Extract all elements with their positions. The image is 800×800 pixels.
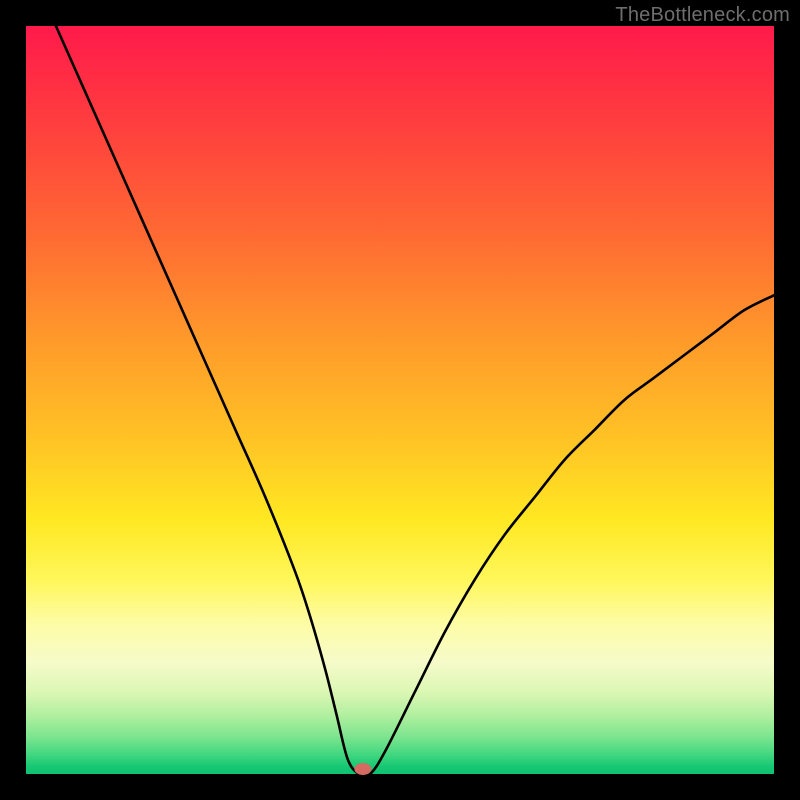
plot-area [26,26,774,774]
bottleneck-curve [26,26,774,774]
watermark-text: TheBottleneck.com [615,4,790,27]
chart-frame: TheBottleneck.com [0,0,800,800]
optimal-point-marker [354,763,371,775]
